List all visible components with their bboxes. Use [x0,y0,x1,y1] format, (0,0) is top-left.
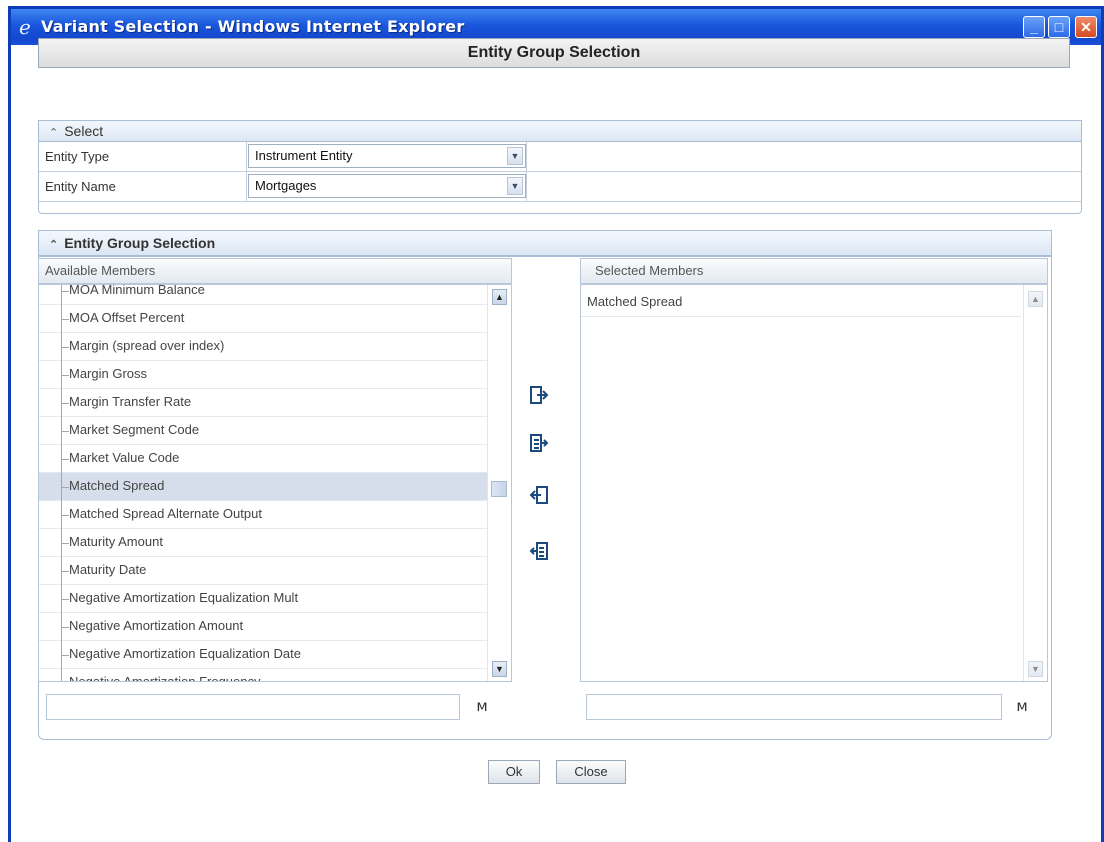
collapse-icon[interactable]: ⌃ [49,127,58,139]
list-item[interactable]: Margin Gross [39,361,511,389]
close-window-button[interactable]: ✕ [1075,16,1097,38]
list-item[interactable]: Margin (spread over index) [39,333,511,361]
list-item[interactable]: Negative Amortization Equalization Date [39,641,511,669]
window-title: Variant Selection - Windows Internet Exp… [41,17,465,36]
scroll-down-icon[interactable]: ▼ [1028,661,1043,677]
binoculars-search-icon[interactable]: ᴍ [1012,696,1032,716]
binoculars-search-icon[interactable]: ᴍ [472,696,492,716]
entity-type-label: Entity Type [39,142,247,171]
list-item-selected[interactable]: Matched Spread [39,473,511,501]
minimize-button[interactable]: _ [1023,16,1045,38]
divider [526,172,527,201]
list-item[interactable]: Maturity Amount [39,529,511,557]
list-item[interactable]: Negative Amortization Equalization Mult [39,585,511,613]
ok-button[interactable]: Ok [488,760,540,784]
scroll-down-icon[interactable]: ▼ [492,661,507,677]
entity-name-row: Entity Name Mortgages ▼ [39,172,1081,202]
entity-name-select[interactable]: Mortgages ▼ [248,174,526,198]
list-item[interactable]: Maturity Date [39,557,511,585]
entity-type-row: Entity Type Instrument Entity ▼ [39,142,1081,172]
internet-explorer-icon: e [19,15,31,39]
list-item[interactable]: Market Segment Code [39,417,511,445]
list-item[interactable]: Matched Spread [581,289,1021,317]
chevron-down-icon[interactable]: ▼ [507,147,523,165]
list-item[interactable]: Margin Transfer Rate [39,389,511,417]
move-selected-icon[interactable] [528,384,550,406]
selected-members-header: Selected Members [580,258,1048,284]
selected-search-input[interactable] [586,694,1002,720]
select-section-title: Select [64,123,104,139]
list-item[interactable]: Negative Amortization Amount [39,613,511,641]
list-item[interactable]: MOA Offset Percent [39,305,511,333]
maximize-button[interactable]: □ [1048,16,1070,38]
entity-type-select[interactable]: Instrument Entity ▼ [248,144,526,168]
entity-name-value: Mortgages [255,178,317,193]
scroll-thumb[interactable] [491,481,507,497]
scroll-up-icon[interactable]: ▲ [492,289,507,305]
remove-selected-icon[interactable] [528,484,550,506]
select-section: Entity Type Instrument Entity ▼ Entity N… [38,141,1082,214]
list-item[interactable]: Market Value Code [39,445,511,473]
page-title: Entity Group Selection [38,38,1070,68]
remove-all-icon[interactable] [528,540,550,562]
scroll-up-icon[interactable]: ▲ [1028,291,1043,307]
chevron-down-icon[interactable]: ▼ [507,177,523,195]
list-item[interactable]: MOA Minimum Balance [39,285,511,305]
entity-name-label: Entity Name [39,172,247,201]
available-members-header: Available Members [38,258,512,284]
close-button[interactable]: Close [556,760,626,784]
group-section-title: Entity Group Selection [64,235,216,251]
divider [526,142,527,171]
list-item[interactable]: Matched Spread Alternate Output [39,501,511,529]
list-item[interactable]: Negative Amortization Frequency [39,669,511,681]
selected-members-list[interactable]: Matched Spread ▲ ▼ [580,284,1048,682]
available-scrollbar[interactable]: ▲ ▼ [487,285,511,681]
move-all-icon[interactable] [528,432,550,454]
collapse-icon[interactable]: ⌃ [49,239,58,251]
group-section-header[interactable]: ⌃ Entity Group Selection [38,230,1052,256]
available-search-input[interactable] [46,694,460,720]
entity-type-value: Instrument Entity [255,148,353,163]
available-members-list[interactable]: MOA Minimum Balance MOA Offset Percent M… [38,284,512,682]
select-section-header[interactable]: ⌃ Select [38,120,1082,142]
selected-scrollbar[interactable]: ▲ ▼ [1023,285,1047,681]
